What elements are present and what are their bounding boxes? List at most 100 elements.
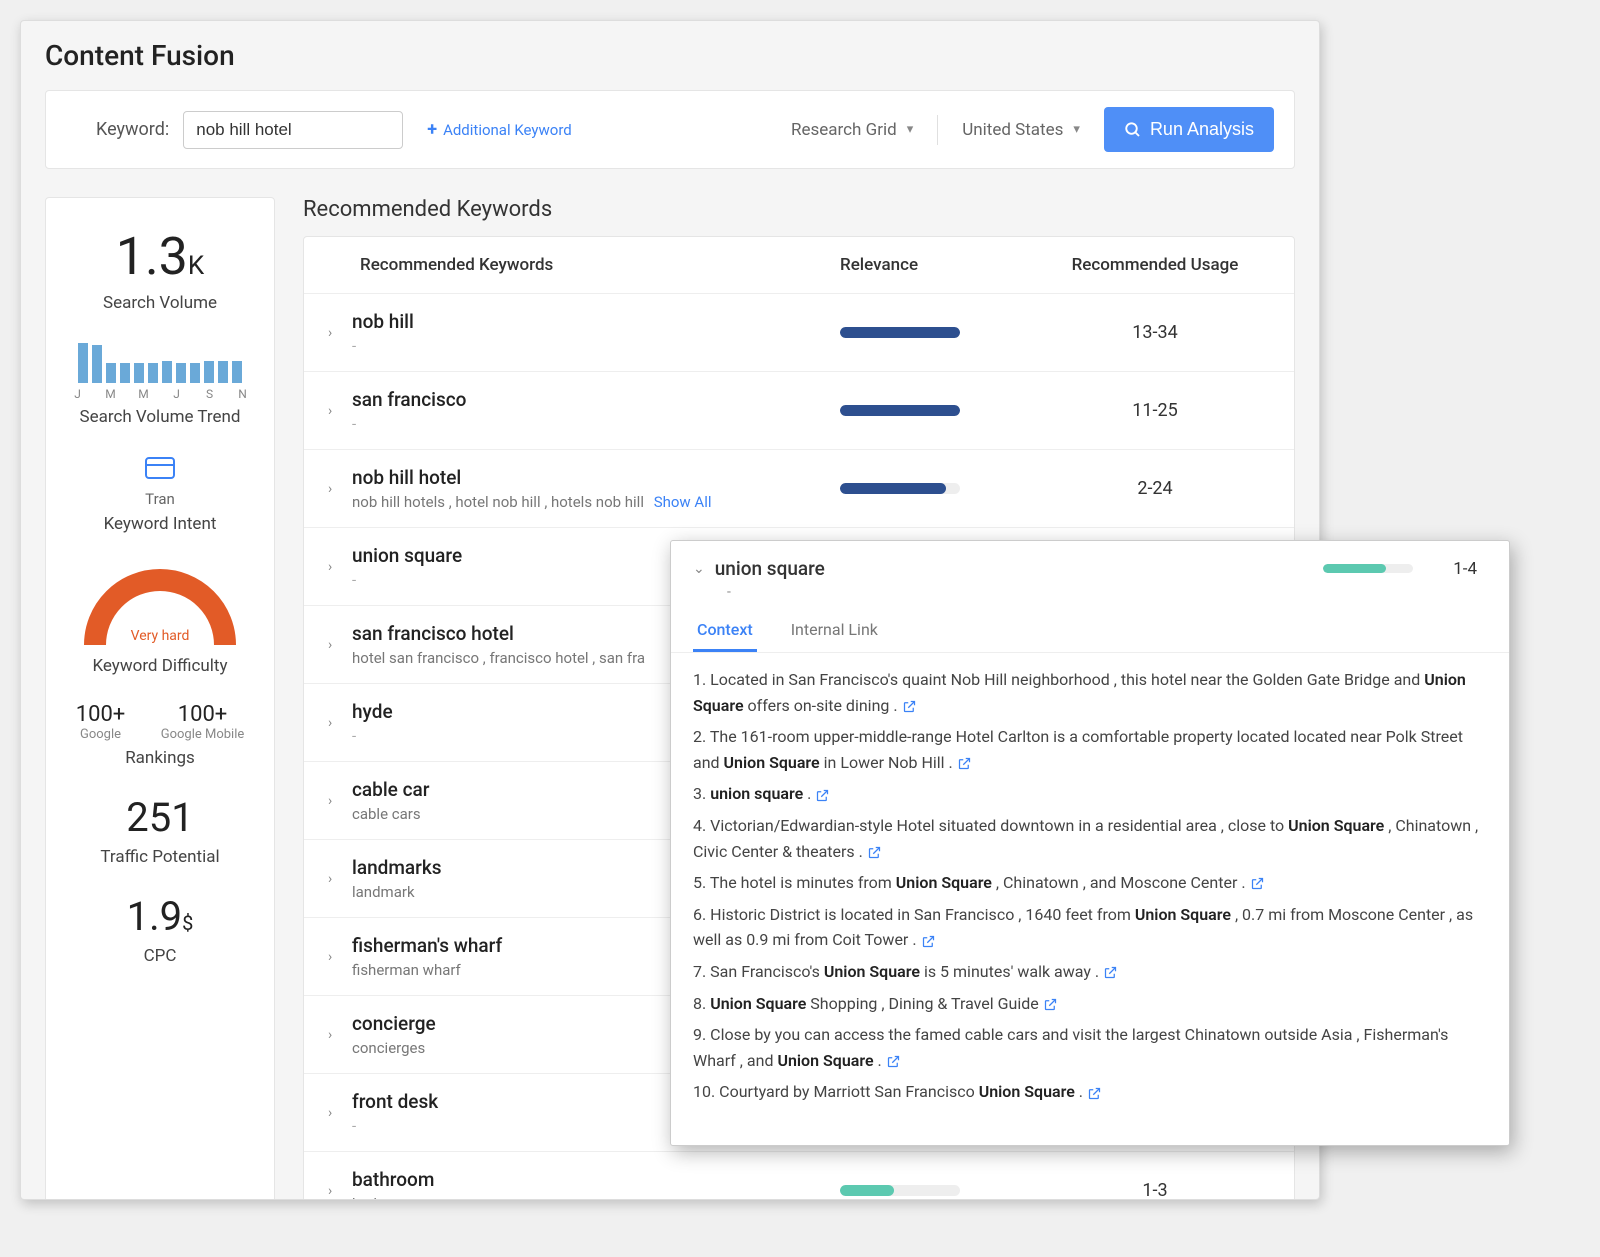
- external-link-icon[interactable]: [1087, 1086, 1102, 1101]
- intent-label: Keyword Intent: [58, 514, 262, 534]
- context-list: 1. Located in San Francisco's quaint Nob…: [671, 653, 1509, 1125]
- context-item: 10. Courtyard by Marriott San Francisco …: [693, 1079, 1487, 1105]
- overlay-tabs: Context Internal Link: [671, 610, 1509, 653]
- keyword-variants: -: [352, 337, 840, 355]
- chevron-right-icon[interactable]: ›: [328, 325, 352, 341]
- tab-context[interactable]: Context: [693, 610, 757, 652]
- keyword-input[interactable]: [183, 111, 403, 149]
- table-row[interactable]: › nob hill hotel nob hill hotels , hotel…: [304, 450, 1294, 528]
- col-relevance: Relevance: [840, 255, 1040, 275]
- sparkline-bar: [134, 363, 144, 383]
- keyword-name: bathroom: [352, 1168, 840, 1191]
- external-link-icon[interactable]: [921, 934, 936, 949]
- table-row[interactable]: › bathroom bathrooms 1-3: [304, 1152, 1294, 1200]
- context-item: 4. Victorian/Edwardian-style Hotel situa…: [693, 813, 1487, 864]
- chevron-right-icon[interactable]: ›: [328, 793, 352, 809]
- show-all-link[interactable]: Show All: [654, 493, 712, 511]
- overlay-keyword: union square: [715, 557, 1313, 580]
- context-item: 6. Historic District is located in San F…: [693, 902, 1487, 953]
- col-keywords: Recommended Keywords: [328, 255, 840, 275]
- research-grid-dropdown[interactable]: Research Grid: [781, 114, 923, 146]
- overlay-usage: 1-4: [1453, 559, 1477, 579]
- chevron-right-icon[interactable]: ›: [328, 637, 352, 653]
- table-row[interactable]: › nob hill - 13-34: [304, 294, 1294, 372]
- table-row[interactable]: › san francisco - 11-25: [304, 372, 1294, 450]
- overlay-header: ⌄ union square 1-4: [671, 541, 1509, 590]
- tab-internal-link[interactable]: Internal Link: [787, 610, 882, 652]
- external-link-icon[interactable]: [886, 1054, 901, 1069]
- chevron-down-icon[interactable]: ⌄: [693, 561, 705, 577]
- usage-value: 11-25: [1040, 400, 1270, 421]
- difficulty-gauge: Very hard: [58, 560, 262, 650]
- external-link-icon[interactable]: [1250, 876, 1265, 891]
- run-analysis-button[interactable]: Run Analysis: [1104, 107, 1274, 152]
- sparkline-bar: [92, 345, 102, 383]
- context-item: 3. union square .: [693, 781, 1487, 807]
- plus-icon: +: [427, 119, 437, 140]
- run-analysis-label: Run Analysis: [1150, 119, 1254, 140]
- cpc-value: 1.9$: [58, 893, 262, 940]
- chevron-right-icon[interactable]: ›: [328, 481, 352, 497]
- sparkline-bar: [232, 361, 242, 383]
- search-icon: [1124, 121, 1142, 139]
- keyword-label: Keyword:: [96, 119, 169, 140]
- chevron-right-icon[interactable]: ›: [328, 715, 352, 731]
- sparkline-bar: [120, 363, 130, 383]
- keyword-variants: nob hill hotels , hotel nob hill , hotel…: [352, 493, 840, 511]
- chevron-right-icon[interactable]: ›: [328, 1105, 352, 1121]
- keyword-variants: -: [352, 415, 840, 433]
- rank-mobile-label: Google Mobile: [161, 727, 245, 742]
- traffic-label: Traffic Potential: [58, 847, 262, 867]
- chevron-right-icon[interactable]: ›: [328, 949, 352, 965]
- sparkline-labels: JMMJSN: [58, 387, 262, 401]
- credit-card-icon: [58, 453, 262, 486]
- sparkline-bar: [148, 363, 158, 383]
- external-link-icon[interactable]: [815, 788, 830, 803]
- context-item: 5. The hotel is minutes from Union Squar…: [693, 870, 1487, 896]
- intent-value: Tran: [58, 490, 262, 508]
- toolbar: Keyword: + Additional Keyword Research G…: [45, 90, 1295, 169]
- country-dropdown[interactable]: United States: [952, 114, 1090, 146]
- external-link-icon[interactable]: [1043, 997, 1058, 1012]
- table-header: Recommended Keywords Relevance Recommend…: [304, 237, 1294, 294]
- sparkline-bar: [190, 363, 200, 383]
- page-title: Content Fusion: [45, 39, 1295, 72]
- usage-value: 1-3: [1040, 1180, 1270, 1200]
- external-link-icon[interactable]: [957, 756, 972, 771]
- keyword-name: nob hill: [352, 310, 840, 333]
- sparkline-bar: [204, 361, 214, 383]
- context-item: 9. Close by you can access the famed cab…: [693, 1022, 1487, 1073]
- overlay-sub: -: [671, 584, 1509, 600]
- trend-label: Search Volume Trend: [58, 407, 262, 427]
- chevron-right-icon[interactable]: ›: [328, 1183, 352, 1199]
- chevron-right-icon[interactable]: ›: [328, 1027, 352, 1043]
- add-keyword-link[interactable]: + Additional Keyword: [427, 119, 572, 140]
- keyword-name: san francisco: [352, 388, 840, 411]
- context-item: 1. Located in San Francisco's quaint Nob…: [693, 667, 1487, 718]
- sparkline-bar: [106, 363, 116, 383]
- rank-mobile-value: 100+: [161, 702, 245, 727]
- stats-sidebar: 1.3K Search Volume JMMJSN Search Volume …: [45, 197, 275, 1200]
- traffic-value: 251: [58, 794, 262, 841]
- external-link-icon[interactable]: [902, 699, 917, 714]
- usage-value: 13-34: [1040, 322, 1270, 343]
- usage-value: 2-24: [1040, 478, 1270, 499]
- sparkline-bar: [162, 361, 172, 383]
- relevance-bar: [840, 327, 960, 338]
- external-link-icon[interactable]: [1103, 965, 1118, 980]
- external-link-icon[interactable]: [867, 845, 882, 860]
- chevron-right-icon[interactable]: ›: [328, 559, 352, 575]
- search-volume-label: Search Volume: [58, 293, 262, 313]
- sparkline-bar: [78, 343, 88, 383]
- search-volume-value: 1.3K: [58, 226, 262, 287]
- chevron-right-icon[interactable]: ›: [328, 871, 352, 887]
- keyword-variants: bathrooms: [352, 1195, 840, 1200]
- difficulty-label: Keyword Difficulty: [58, 656, 262, 676]
- sparkline-bar: [176, 363, 186, 383]
- col-usage: Recommended Usage: [1040, 255, 1270, 275]
- keyword-name: nob hill hotel: [352, 466, 840, 489]
- add-keyword-label: Additional Keyword: [443, 121, 572, 139]
- chevron-right-icon[interactable]: ›: [328, 403, 352, 419]
- overlay-relevance-bar: [1323, 564, 1413, 573]
- sparkline-bar: [218, 361, 228, 383]
